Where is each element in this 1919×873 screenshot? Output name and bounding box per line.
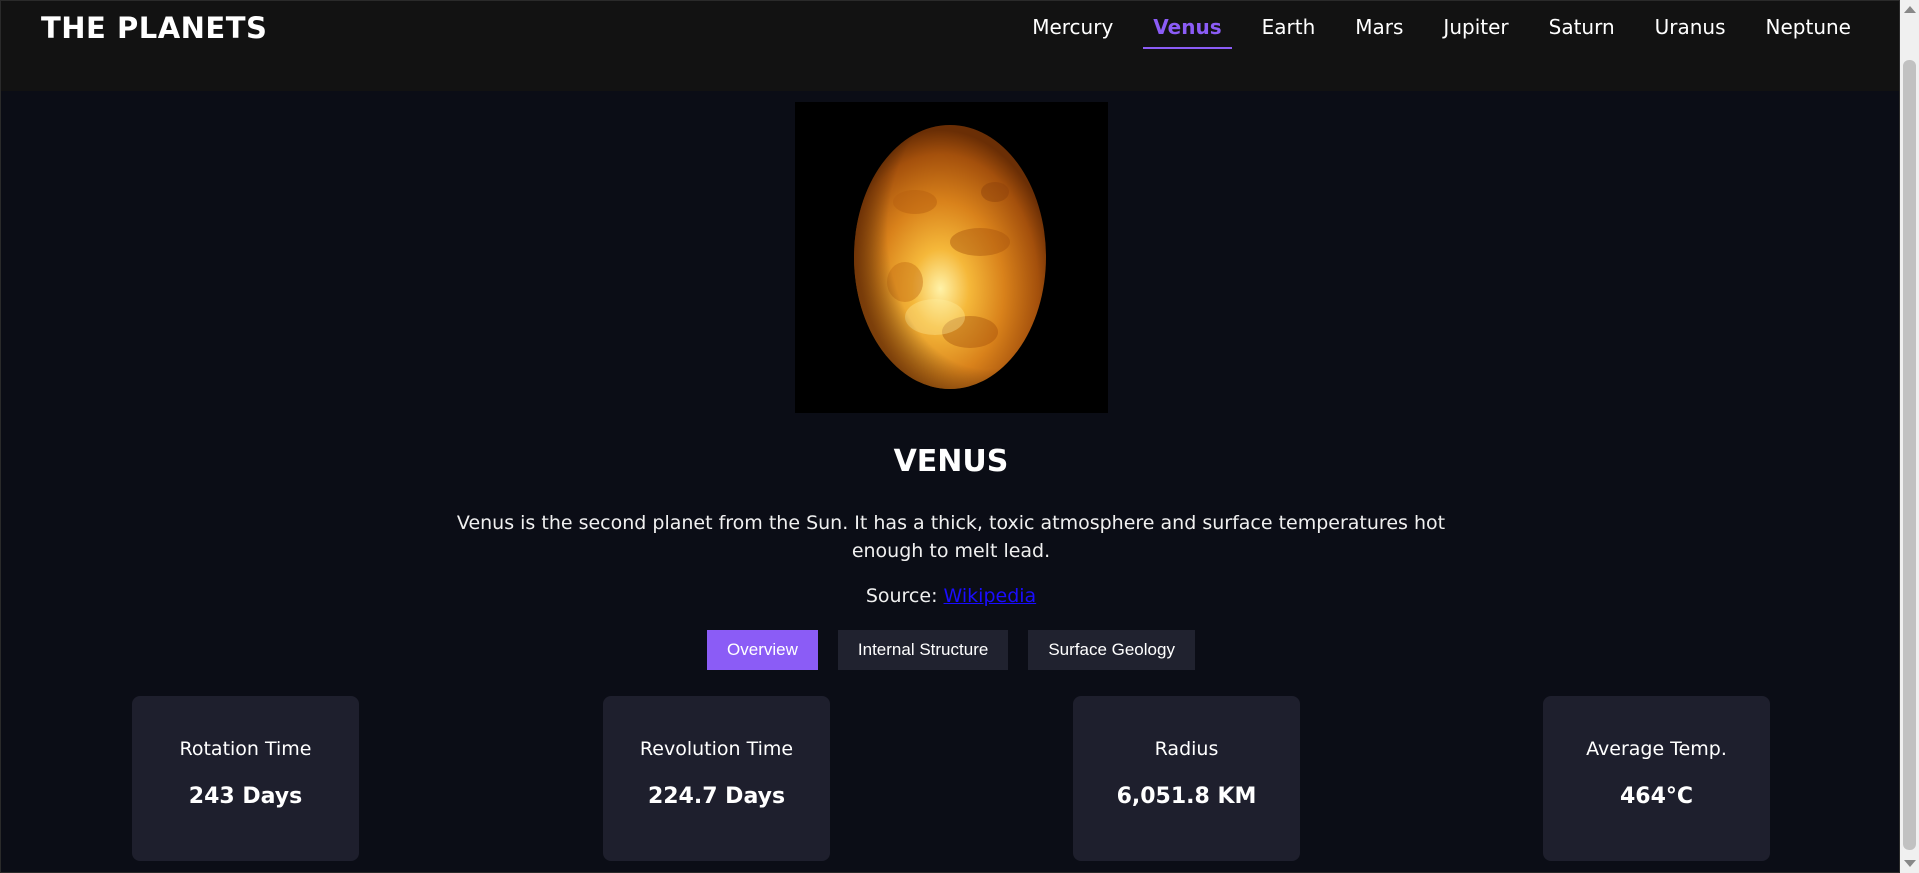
stat-label: Rotation Time — [179, 738, 312, 760]
source-line: Source: Wikipedia — [1, 585, 1899, 607]
tab-internal-structure[interactable]: Internal Structure — [837, 630, 1009, 670]
nav-item-uranus[interactable]: Uranus — [1645, 13, 1736, 49]
stat-label: Revolution Time — [639, 738, 794, 760]
stat-label: Average Temp. — [1586, 738, 1727, 760]
wikipedia-link[interactable]: Wikipedia — [944, 585, 1037, 607]
stat-value: 464°C — [1619, 784, 1694, 809]
site-logo[interactable]: THE PLANETS — [41, 11, 267, 45]
planet-image — [795, 102, 1108, 413]
scroll-up-arrow-icon[interactable] — [1904, 6, 1916, 13]
scroll-thumb[interactable] — [1903, 60, 1916, 850]
nav-item-mars[interactable]: Mars — [1345, 13, 1413, 49]
tab-overview[interactable]: Overview — [707, 630, 818, 670]
stat-label: Radius — [1154, 738, 1219, 760]
stat-value: 6,051.8 KM — [1116, 784, 1257, 809]
site-header: THE PLANETS Mercury Venus Earth Mars Jup… — [1, 1, 1899, 91]
source-label: Source: — [865, 585, 944, 607]
nav-item-jupiter[interactable]: Jupiter — [1433, 13, 1518, 49]
tab-surface-geology[interactable]: Surface Geology — [1028, 630, 1195, 670]
stat-value: 243 Days — [188, 784, 303, 809]
planet-title: VENUS — [893, 444, 1009, 479]
stat-card-average-temp: Average Temp. 464°C — [1543, 696, 1770, 861]
view-tabs: Overview Internal Structure Surface Geol… — [1, 630, 1899, 670]
nav-item-neptune[interactable]: Neptune — [1756, 13, 1861, 49]
planet-nav: Mercury Venus Earth Mars Jupiter Saturn … — [1012, 13, 1871, 49]
page: THE PLANETS Mercury Venus Earth Mars Jup… — [0, 0, 1900, 873]
nav-item-venus[interactable]: Venus — [1143, 13, 1232, 49]
nav-item-saturn[interactable]: Saturn — [1539, 13, 1625, 49]
nav-item-earth[interactable]: Earth — [1252, 13, 1326, 49]
scroll-down-arrow-icon[interactable] — [1904, 860, 1916, 867]
stat-card-rotation-time: Rotation Time 243 Days — [132, 696, 359, 861]
stat-card-radius: Radius 6,051.8 KM — [1073, 696, 1300, 861]
nav-item-mercury[interactable]: Mercury — [1022, 13, 1123, 49]
venus-illustration — [854, 125, 1046, 389]
stat-value: 224.7 Days — [647, 784, 786, 809]
planet-description: Venus is the second planet from the Sun.… — [456, 512, 1446, 562]
vertical-scrollbar[interactable] — [1900, 0, 1919, 873]
stat-card-revolution-time: Revolution Time 224.7 Days — [603, 696, 830, 861]
